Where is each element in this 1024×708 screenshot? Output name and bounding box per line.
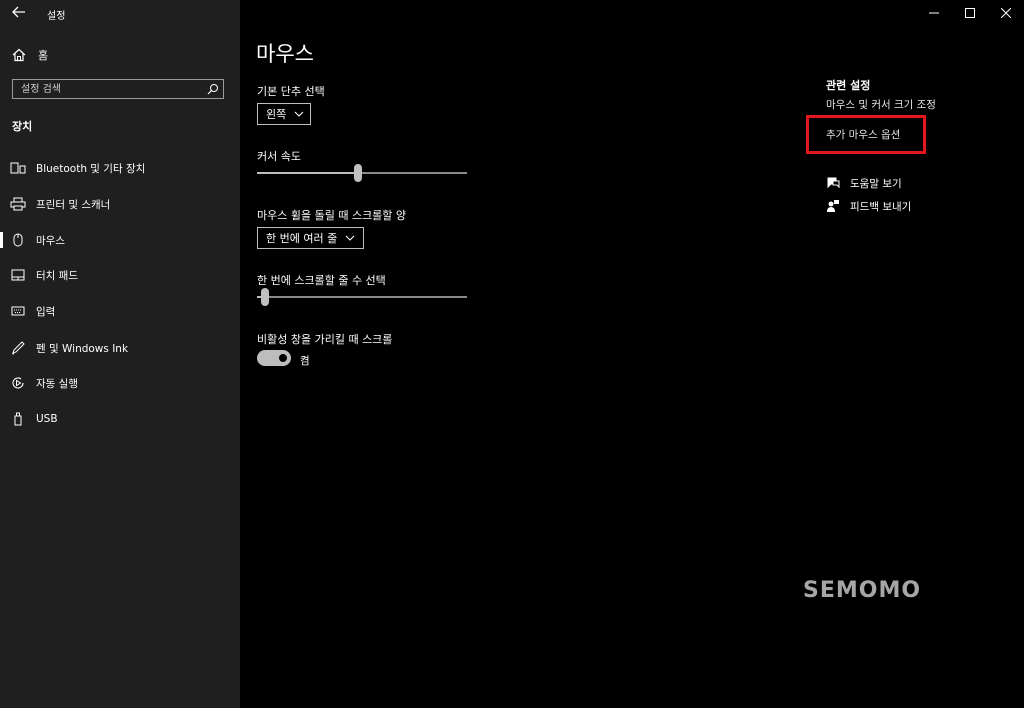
home-icon <box>12 48 26 62</box>
chevron-down-icon <box>345 235 355 241</box>
selection-indicator <box>0 232 3 248</box>
feedback-label: 피드백 보내기 <box>850 200 912 213</box>
sidebar-item-label: 프린터 및 스캐너 <box>36 198 111 211</box>
sidebar-item-label: 자동 실행 <box>36 377 78 390</box>
sidebar-item-usb[interactable]: USB <box>0 408 240 430</box>
inactive-scroll-toggle[interactable] <box>257 350 291 366</box>
app-title: 설정 <box>47 11 66 22</box>
autoplay-icon <box>10 376 26 390</box>
slider-fill <box>257 172 358 174</box>
sidebar-item-label: 입력 <box>36 305 56 318</box>
section-title: 장치 <box>12 120 33 133</box>
help-chat-icon <box>827 177 840 189</box>
wheel-scroll-dropdown[interactable]: 한 번에 여러 줄 <box>257 227 364 249</box>
mouse-icon <box>10 233 26 247</box>
sidebar-item-label: Bluetooth 및 기타 장치 <box>36 162 146 175</box>
primary-button-label: 기본 단추 선택 <box>257 85 325 98</box>
minimize-icon[interactable] <box>916 0 952 26</box>
slider-thumb[interactable] <box>261 288 269 306</box>
sidebar-item-label: 터치 패드 <box>36 269 78 282</box>
sidebar-item-label: 펜 및 Windows Ink <box>36 342 129 355</box>
sidebar-item-label: 마우스 <box>36 234 65 247</box>
lines-scroll-label: 한 번에 스크롤할 줄 수 선택 <box>257 274 386 287</box>
help-label: 도움말 보기 <box>850 177 902 190</box>
sidebar-item-mouse[interactable]: 마우스 <box>0 229 240 251</box>
pen-icon <box>10 341 26 355</box>
get-help-link[interactable]: 도움말 보기 <box>826 175 902 191</box>
bluetooth-devices-icon <box>10 161 26 175</box>
highlight-box <box>806 115 926 154</box>
cursor-speed-label: 커서 속도 <box>257 150 301 163</box>
watermark: SEMOMO <box>803 578 922 603</box>
primary-button-dropdown[interactable]: 왼쪽 <box>257 103 311 125</box>
mouse-cursor-size-link[interactable]: 마우스 및 커서 크기 조정 <box>826 97 936 112</box>
usb-icon <box>10 412 26 426</box>
inactive-scroll-label: 비활성 창을 가리킬 때 스크롤 <box>257 333 393 346</box>
feedback-icon <box>827 200 839 212</box>
home-label: 홈 <box>38 49 49 62</box>
cursor-speed-slider[interactable] <box>257 164 467 182</box>
title-bar: 설정 <box>0 0 240 30</box>
dropdown-value: 한 번에 여러 줄 <box>266 232 338 245</box>
sidebar-item-pen[interactable]: 펜 및 Windows Ink <box>0 337 240 359</box>
sidebar-item-bluetooth[interactable]: Bluetooth 및 기타 장치 <box>0 157 240 179</box>
sidebar-item-input[interactable]: 입력 <box>0 300 240 322</box>
home-link[interactable]: 홈 <box>12 46 48 64</box>
wheel-scroll-label: 마우스 휠을 돌릴 때 스크롤할 양 <box>257 209 407 222</box>
related-settings-title: 관련 설정 <box>826 79 871 92</box>
close-icon[interactable] <box>988 0 1024 26</box>
keyboard-icon <box>10 304 26 318</box>
sidebar: 설정 홈 장치 Bluetooth 및 기타 장치 프린터 및 스캐너 마우스 … <box>0 0 240 708</box>
toggle-state: 켬 <box>300 355 310 367</box>
chevron-down-icon <box>294 111 304 117</box>
toggle-knob <box>279 354 287 362</box>
sidebar-item-touchpad[interactable]: 터치 패드 <box>0 264 240 286</box>
window-controls <box>916 0 1024 28</box>
lines-scroll-slider[interactable] <box>257 288 467 306</box>
page-title: 마우스 <box>256 42 314 66</box>
dropdown-value: 왼쪽 <box>266 108 287 121</box>
sidebar-item-printers[interactable]: 프린터 및 스캐너 <box>0 193 240 215</box>
back-arrow-icon[interactable] <box>8 4 30 24</box>
touchpad-icon <box>10 268 26 282</box>
settings-search[interactable] <box>12 79 224 99</box>
printer-icon <box>10 197 26 211</box>
sidebar-item-label: USB <box>36 413 58 425</box>
slider-thumb[interactable] <box>354 164 362 182</box>
slider-track <box>257 296 467 298</box>
maximize-icon[interactable] <box>952 0 988 26</box>
send-feedback-link[interactable]: 피드백 보내기 <box>826 198 911 214</box>
search-icon <box>207 84 218 95</box>
sidebar-item-autoplay[interactable]: 자동 실행 <box>0 372 240 394</box>
search-input[interactable] <box>21 81 201 97</box>
